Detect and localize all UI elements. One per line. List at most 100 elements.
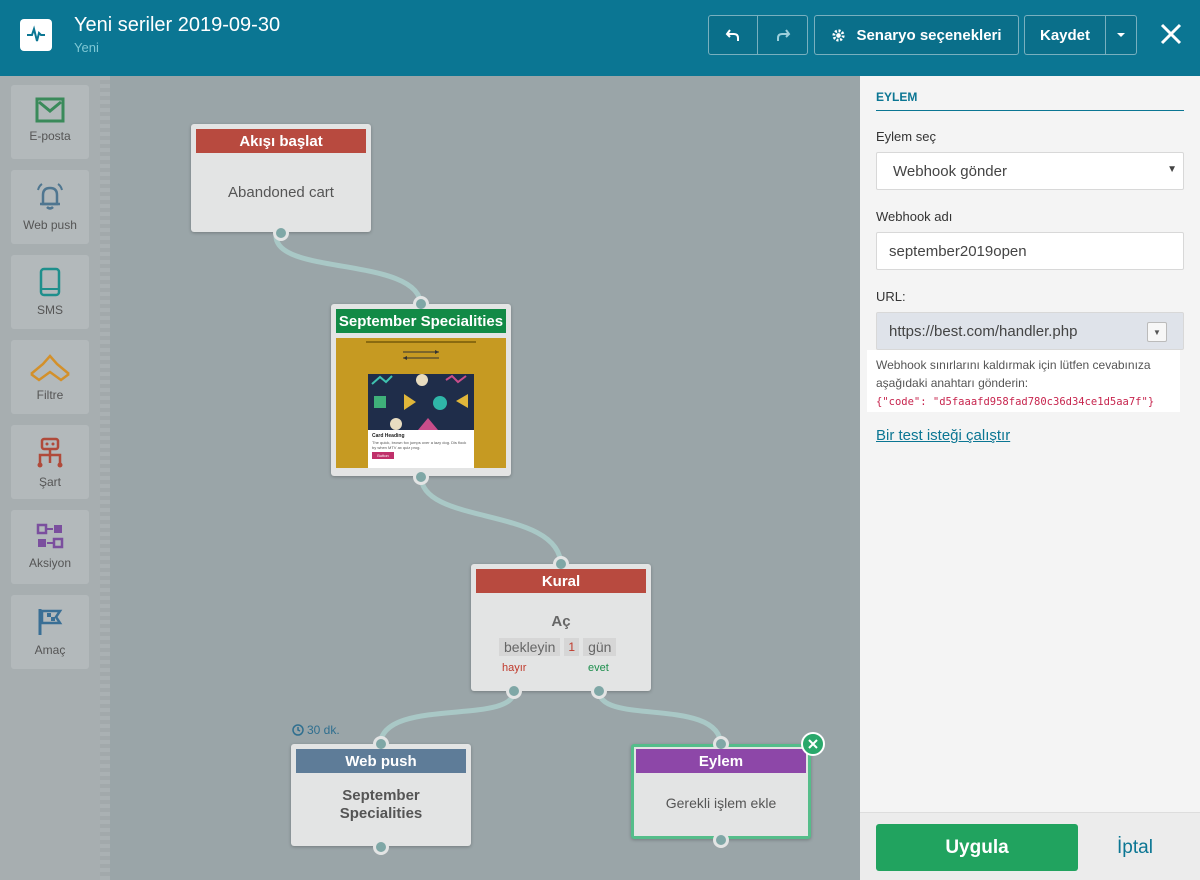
redo-button[interactable] [758, 15, 808, 55]
section-title: EYLEM [876, 90, 918, 104]
preview-top-strip [366, 341, 476, 343]
undo-icon [725, 29, 739, 41]
tool-condition[interactable]: Şart [11, 425, 89, 499]
preview-arrows-graphic [403, 350, 439, 360]
close-icon [808, 739, 818, 749]
connector-email-rule [418, 475, 564, 567]
caret-down-icon: ▼ [1153, 327, 1161, 337]
preview-card-text: The quick, brown fox jumps over a lazy d… [372, 440, 467, 450]
webhook-hint-tooltip: Webhook sınırlarını kaldırmak için lütfe… [867, 350, 1180, 412]
status-label: Yeni [74, 40, 99, 55]
output-port[interactable] [273, 225, 289, 241]
output-port-yes[interactable] [591, 683, 607, 699]
connector-rule-action [596, 690, 724, 747]
phone-icon [39, 267, 61, 297]
node-start[interactable]: Akışı başlat Abandoned cart [191, 124, 371, 241]
node-email[interactable]: September Specialities Card Heading The … [331, 296, 511, 485]
redo-icon [776, 29, 790, 41]
page-title: Yeni seriler 2019-09-30 [74, 14, 281, 36]
email-icon [35, 97, 65, 123]
node-rule-body: Aç [551, 613, 571, 630]
delay-label: 30 dk. [307, 723, 340, 737]
scenario-options-button[interactable]: Senaryo seçenekleri [814, 15, 1019, 55]
node-start-body: Abandoned cart [228, 184, 334, 201]
branch-yes-label: evet [588, 662, 609, 674]
close-button[interactable] [1156, 19, 1186, 49]
node-web-push[interactable]: Web push September Specialities [291, 736, 471, 855]
tool-label: Amaç [34, 643, 66, 657]
gear-icon [832, 28, 846, 42]
hint-code: {"code": "d5faaafd958fad780c36d34ce1d5aa… [876, 396, 1155, 408]
preview-hero-graphic [368, 374, 474, 430]
panel-footer: Uygula İptal [860, 812, 1200, 880]
url-label: URL: [876, 289, 906, 304]
action-select[interactable]: Webhook gönder ▼ [876, 152, 1184, 190]
run-test-request-link[interactable]: Bir test isteği çalıştır [876, 427, 1010, 444]
wait-unit: gün [583, 638, 617, 656]
top-bar: Yeni seriler 2019-09-30 Yeni Senaryo seç… [0, 0, 1200, 76]
tool-web-push[interactable]: Web push [11, 170, 89, 244]
connector-rule-webpush [377, 690, 517, 747]
node-action-body: Gerekli işlem ekle [665, 795, 777, 811]
properties-panel: EYLEM Eylem seç Webhook gönder ▼ Webhook… [860, 76, 1200, 880]
close-icon [1160, 23, 1182, 45]
connector-start-email [273, 235, 424, 307]
node-rule-header: Kural [476, 569, 646, 593]
apply-button[interactable]: Uygula [876, 824, 1078, 871]
wait-label: bekleyin [499, 638, 561, 656]
node-email-header: September Specialities [336, 309, 506, 333]
url-dropdown-button[interactable]: ▼ [1147, 322, 1167, 342]
wait-value: 1 [564, 638, 580, 656]
caret-down-icon [1117, 33, 1125, 37]
node-web-push-header: Web push [296, 749, 466, 773]
output-port[interactable] [713, 832, 729, 848]
tool-label: Aksiyon [28, 556, 72, 570]
node-delete-button[interactable] [801, 732, 825, 756]
branch-no-label: hayır [502, 662, 527, 674]
webhook-name-input[interactable]: september2019open [876, 232, 1184, 270]
section-divider [876, 110, 1184, 111]
action-select-value: Webhook gönder [893, 162, 1007, 180]
undo-button[interactable] [708, 15, 758, 55]
condition-icon [37, 437, 63, 468]
wait-row: bekleyin 1 gün [499, 638, 617, 656]
clock-icon [292, 724, 304, 736]
tool-label: E-posta [29, 129, 71, 143]
save-button[interactable]: Kaydet [1024, 15, 1106, 55]
email-preview-thumbnail: Card Heading The quick, brown fox jumps … [336, 338, 506, 468]
node-action[interactable]: Eylem Gerekli işlem ekle [631, 732, 825, 848]
tool-label: Web push [23, 218, 77, 232]
node-action-header: Eylem [636, 749, 806, 773]
tool-sms[interactable]: SMS [11, 255, 89, 329]
tool-action[interactable]: Aksiyon [11, 510, 89, 584]
tool-label: Filtre [36, 388, 64, 402]
flow-canvas[interactable]: Akışı başlat Abandoned cart September Sp… [110, 76, 860, 880]
url-value: https://best.com/handler.php [889, 322, 1078, 340]
action-icon [36, 523, 64, 549]
tool-filter[interactable]: Filtre [11, 340, 89, 414]
action-select-label: Eylem seç [876, 129, 936, 144]
goal-flag-icon [38, 609, 63, 635]
caret-down-icon: ▼ [1167, 164, 1177, 175]
panel-splitter[interactable] [100, 76, 110, 880]
delay-indicator: 30 dk. [292, 723, 340, 737]
tool-goal[interactable]: Amaç [11, 595, 89, 669]
node-start-header: Akışı başlat [196, 129, 366, 153]
url-input[interactable]: https://best.com/handler.php ▼ [876, 312, 1184, 350]
webhook-name-value: september2019open [889, 242, 1027, 260]
save-dropdown-button[interactable] [1106, 15, 1137, 55]
cancel-button[interactable]: İptal [1117, 837, 1153, 859]
preview-card: Card Heading The quick, brown fox jumps … [368, 430, 474, 468]
filter-icon [30, 354, 70, 382]
node-rule[interactable]: Kural Aç bekleyin 1 gün hayır evet [471, 556, 651, 699]
hint-text: Webhook sınırlarını kaldırmak için lütfe… [876, 358, 1151, 390]
scenario-options-label: Senaryo seçenekleri [856, 26, 1002, 44]
output-port[interactable] [413, 469, 429, 485]
tool-label: Şart [38, 475, 61, 489]
output-port-no[interactable] [506, 683, 522, 699]
node-web-push-body: September Specialities [339, 787, 423, 822]
tool-email[interactable]: E-posta [11, 85, 89, 159]
tool-panel: E-posta Web push SMS Filtre Şart Aksiyon… [0, 76, 100, 880]
bell-icon [37, 183, 63, 210]
output-port[interactable] [373, 839, 389, 855]
